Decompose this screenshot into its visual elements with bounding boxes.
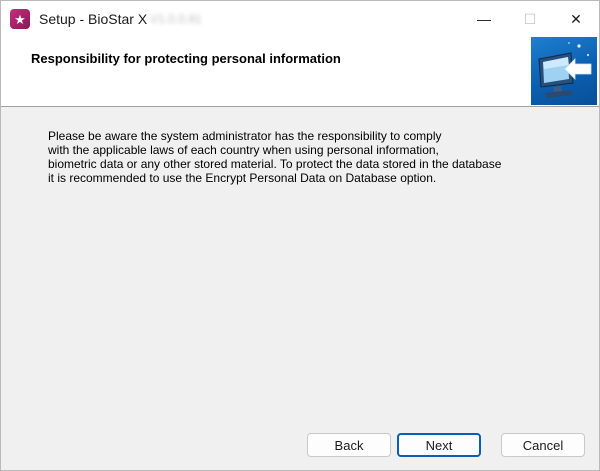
wizard-header: Responsibility for protecting personal i… xyxy=(1,37,599,107)
setup-window: ★ Setup - BioStar X V1.0.0.91 — ☐ ✕ Resp… xyxy=(0,0,600,471)
title-bar[interactable]: ★ Setup - BioStar X V1.0.0.91 — ☐ ✕ xyxy=(1,1,599,37)
minimize-button[interactable]: — xyxy=(461,1,507,37)
app-star-icon: ★ xyxy=(10,9,30,29)
maximize-button: ☐ xyxy=(523,10,537,27)
caption-buttons: — ☐ ✕ xyxy=(461,1,599,37)
back-button[interactable]: Back xyxy=(307,433,391,457)
close-button[interactable]: ✕ xyxy=(553,1,599,37)
monitor-with-arrow-icon xyxy=(531,37,597,105)
window-version: V1.0.0.91 xyxy=(150,12,202,26)
next-button[interactable]: Next xyxy=(397,433,481,457)
cancel-button[interactable]: Cancel xyxy=(501,433,585,457)
responsibility-message: Please be aware the system administrator… xyxy=(48,129,502,185)
page-title: Responsibility for protecting personal i… xyxy=(31,51,341,66)
window-title: Setup - BioStar X xyxy=(39,11,148,27)
